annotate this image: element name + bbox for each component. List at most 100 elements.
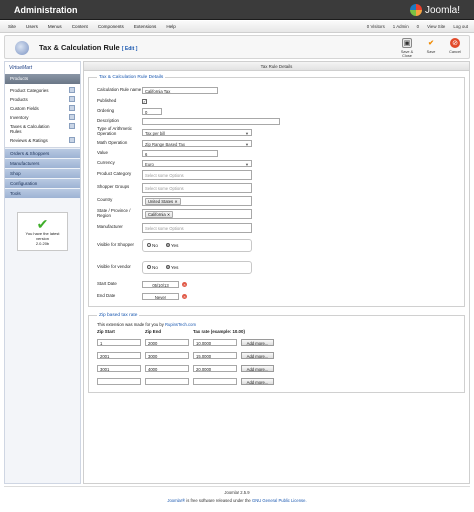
joomla-brand[interactable]: Joomla! [409, 4, 460, 16]
zip-end-input[interactable] [145, 378, 189, 385]
description-input[interactable] [142, 117, 280, 125]
zip-end-input[interactable]: 4000 [145, 365, 189, 372]
sidebar-section-orders[interactable]: Orders & Shoppers [5, 148, 80, 158]
add-more-button[interactable]: Add more... [241, 339, 274, 346]
checkmark-icon: ✔ [428, 40, 434, 47]
joomla-link[interactable]: Joomla!® [167, 498, 185, 503]
value-label: Value [97, 149, 108, 155]
save-button[interactable]: ✔ Save [421, 38, 441, 58]
virtuemart-sidebar: VirtueMart Products Product Categories P… [4, 61, 81, 484]
ordering-input[interactable]: 0 [142, 107, 162, 115]
visible-shopper-no[interactable]: No [147, 242, 158, 248]
admins-count: 1 Admin [392, 24, 409, 29]
tax-rule-icon [15, 41, 29, 55]
joomla-brand-text: Joomla! [424, 4, 460, 16]
tax-rate-input[interactable]: 20.0000 [193, 365, 237, 372]
arith-select[interactable]: Tax per bill ▼ [142, 128, 252, 136]
start-date-input[interactable]: 05/10/13 [142, 280, 179, 288]
sidebar-section-shop[interactable]: Shop [5, 168, 80, 178]
details-fieldset: Tax & Calculation Rule Details Calculati… [88, 75, 465, 307]
sidebar-section-configuration[interactable]: Configuration [5, 178, 80, 188]
description-label: Description [97, 117, 119, 123]
radio-selected-icon [165, 264, 170, 269]
gpl-link[interactable]: GNU General Public License. [252, 498, 307, 503]
add-more-button[interactable]: Add more... [241, 378, 274, 385]
tax-rate-input[interactable]: 15.0000 [193, 352, 237, 359]
state-chip[interactable]: California ✕ [145, 211, 174, 218]
zip-fieldset: Zip based tax rate This extension was ma… [88, 313, 465, 393]
visible-vendor-label: Visible for vendor [97, 263, 131, 269]
menu-menus[interactable]: Menus [48, 24, 62, 29]
details-legend: Tax & Calculation Rule Details [99, 75, 164, 80]
messages-count[interactable]: 0 [417, 24, 419, 29]
country-label: Country [97, 197, 113, 203]
product-category-multiselect[interactable]: Select some Options [142, 169, 252, 180]
menu-site[interactable]: Site [8, 24, 16, 29]
save-close-icon: ▣ [402, 38, 412, 48]
zip-end-input[interactable]: 3000 [145, 352, 189, 359]
value-input[interactable]: 6 [142, 149, 218, 157]
category-icon [69, 87, 75, 93]
math-op-label: Math Operation [97, 139, 128, 145]
clear-date-icon[interactable]: × [182, 281, 187, 287]
menu-users[interactable]: Users [26, 24, 38, 29]
visible-vendor-yes[interactable]: Yes [165, 264, 178, 270]
cancel-button[interactable]: ⊘ Cancel [445, 38, 465, 58]
zip-start-input[interactable] [97, 378, 141, 385]
save-close-button[interactable]: ▣ Save & Close [397, 38, 417, 58]
published-checkbox[interactable]: ✓ [142, 98, 147, 104]
logout-link[interactable]: Log out [453, 24, 468, 29]
sidebar-item-inventory[interactable]: Inventory [5, 113, 80, 122]
clear-date-icon[interactable]: × [182, 293, 187, 299]
sidebar-item-taxes[interactable]: Taxes & Calculation Rules [5, 122, 80, 136]
sidebar-item-reviews[interactable]: Reviews & Ratings [5, 136, 80, 145]
product-category-label: Product Category [97, 171, 132, 177]
footer-text: is free software released under the [186, 498, 251, 503]
zip-start-input[interactable]: 3001 [97, 365, 141, 372]
state-multiselect[interactable]: California ✕ [142, 209, 252, 219]
menu-components[interactable]: Components [98, 24, 124, 29]
joomla-version: Joomla! 2.5.9 [224, 490, 250, 495]
visible-vendor-no[interactable]: No [147, 264, 158, 270]
currency-label: Currency [97, 159, 115, 165]
zip-start-input[interactable]: 1 [97, 339, 141, 346]
sidebar-section-manufacturers[interactable]: Manufacturers [5, 158, 80, 168]
sidebar-section-tools[interactable]: Tools [5, 188, 80, 198]
zip-end-header: Zip End [145, 329, 162, 334]
view-site-link[interactable]: View Site [427, 24, 445, 29]
rule-name-input[interactable]: California Tax [142, 86, 218, 94]
sidebar-item-products[interactable]: Products [5, 95, 80, 104]
zip-note: This extension was made for you by Rupin… [97, 322, 196, 327]
tab-tax-rule-details[interactable]: Tax Rule Details [84, 62, 469, 71]
remove-icon[interactable]: ✕ [167, 212, 171, 217]
sidebar-section-products[interactable]: Products [5, 74, 80, 84]
menu-extensions[interactable]: Extensions [134, 24, 156, 29]
rupinstech-link[interactable]: RupinsTech.com [165, 322, 196, 327]
manufacturer-multiselect[interactable]: Select some Options [142, 222, 252, 233]
tax-rate-input[interactable]: 10.0000 [193, 339, 237, 346]
zip-start-input[interactable]: 2001 [97, 352, 141, 359]
remove-icon[interactable]: ✕ [174, 199, 178, 204]
sidebar-item-product-categories[interactable]: Product Categories [5, 86, 80, 95]
chevron-down-icon: ▼ [245, 130, 249, 136]
main-menu-bar: Site Users Menus Content Components Exte… [0, 21, 474, 33]
manufacturer-label: Manufacturer [97, 224, 123, 230]
country-multiselect[interactable]: United States ✕ [142, 195, 252, 206]
country-chip[interactable]: United States ✕ [145, 197, 181, 205]
math-op-select[interactable]: Zip Range Based Tax ▼ [142, 139, 252, 147]
menu-content[interactable]: Content [72, 24, 88, 29]
zip-end-input[interactable]: 2000 [145, 339, 189, 346]
save-close-label: Save & Close [400, 50, 414, 58]
add-more-button[interactable]: Add more... [241, 365, 274, 372]
menu-help[interactable]: Help [166, 24, 175, 29]
end-date-input[interactable]: Never [142, 292, 179, 300]
add-more-button[interactable]: Add more... [241, 352, 274, 359]
cancel-icon: ⊘ [450, 38, 460, 48]
visitors-count: 0 Visitors [366, 24, 385, 29]
rule-name-label: Calculation Rule name [97, 86, 142, 92]
shopper-groups-multiselect[interactable]: Select some Options [142, 182, 252, 193]
visible-shopper-yes[interactable]: Yes [165, 242, 178, 248]
tax-rate-input[interactable] [193, 378, 237, 385]
currency-select[interactable]: Euro ▼ [142, 159, 252, 167]
sidebar-item-custom-fields[interactable]: Custom Fields [5, 104, 80, 113]
